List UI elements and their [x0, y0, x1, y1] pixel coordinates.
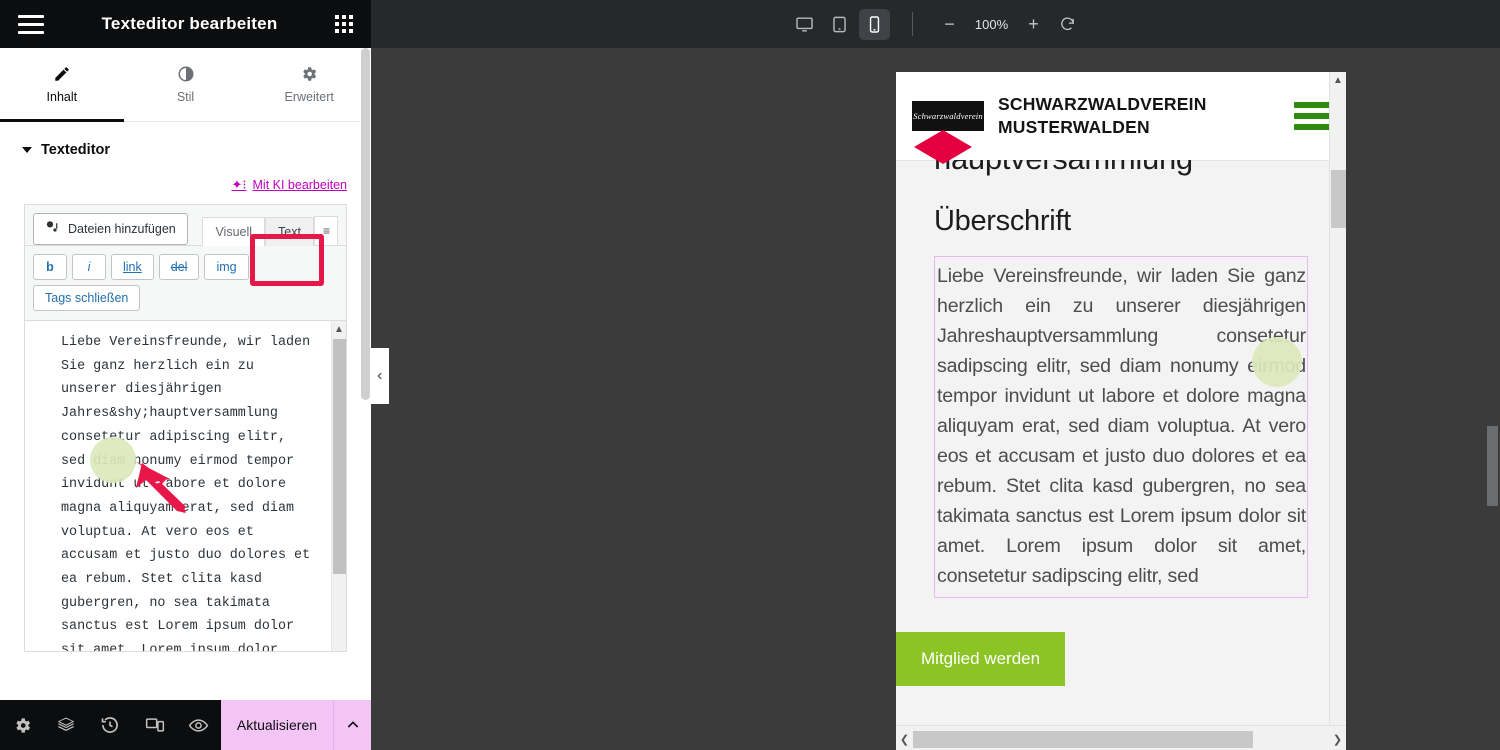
- tab-stil-label: Stil: [176, 90, 195, 104]
- panel-scrollbar-thumb[interactable]: [361, 48, 370, 400]
- cta-join-button[interactable]: Mitglied werden: [896, 632, 1066, 686]
- panel-tabs: Inhalt Stil Erweitert: [0, 48, 371, 122]
- responsive-topbar: − 100% +: [371, 0, 1500, 48]
- responsive-preview-icon[interactable]: [133, 700, 177, 750]
- quicktag-link[interactable]: link: [111, 254, 154, 280]
- site-name-line1: SCHWARZWALDVEREIN: [998, 94, 1207, 115]
- app-root: Texteditor bearbeiten Inhalt Stil Erweit…: [0, 0, 1500, 750]
- hamburger-icon[interactable]: [18, 14, 44, 34]
- tab-inhalt[interactable]: Inhalt: [0, 48, 124, 122]
- tab-visuell[interactable]: Visuell: [202, 217, 266, 246]
- ai-row: ✦⁝ Mit KI bearbeiten: [24, 170, 347, 204]
- body-paragraph: Liebe Vereinsfreunde, wir laden Sie ganz…: [937, 265, 1306, 587]
- section-texteditor-header[interactable]: Texteditor: [0, 122, 371, 170]
- sub-heading: Überschrift: [934, 205, 1071, 237]
- preview-hscroll-track[interactable]: [913, 730, 1329, 748]
- pencil-icon: [53, 65, 71, 83]
- update-group: Aktualisieren: [220, 700, 371, 750]
- textarea-scrollbar-thumb[interactable]: [333, 339, 346, 574]
- kebab-menu-icon[interactable]: ≡: [313, 216, 338, 245]
- add-media-button[interactable]: Dateien hinzufügen: [33, 213, 188, 245]
- html-source-textarea[interactable]: Liebe Vereinsfreunde, wir laden Sie ganz…: [25, 321, 346, 651]
- device-tablet-button[interactable]: [824, 9, 855, 40]
- history-icon[interactable]: [88, 700, 132, 750]
- site-name-line2: MUSTERWALDEN: [998, 117, 1150, 137]
- tab-inhalt-label: Inhalt: [46, 90, 78, 104]
- section-title: Texteditor: [41, 142, 111, 158]
- chevron-down-icon: [22, 147, 32, 153]
- tab-stil[interactable]: Stil: [124, 48, 248, 121]
- textarea-wrapper: Liebe Vereinsfreunde, wir laden Sie ganz…: [25, 321, 346, 651]
- quicktag-img[interactable]: img: [204, 254, 249, 280]
- site-logo[interactable]: Schwarzwaldverein: [912, 101, 984, 131]
- gear-icon: [300, 65, 318, 83]
- editor-mode-tabs: Visuell Text ≡: [202, 213, 338, 246]
- stage-scrollbar[interactable]: [1486, 96, 1500, 750]
- preview-vscroll-thumb[interactable]: [1331, 170, 1346, 228]
- preview-stage: Schwarzwaldverein SCHWARZWALDVEREIN MUST…: [371, 48, 1500, 750]
- device-mobile-button[interactable]: [858, 8, 890, 40]
- zoom-level-value: 100%: [974, 16, 1009, 32]
- collapse-panel-button[interactable]: [371, 348, 389, 404]
- panel-footer: Aktualisieren: [0, 700, 371, 750]
- quicktag-bold[interactable]: b: [33, 254, 67, 280]
- zoom-out-button[interactable]: −: [935, 9, 965, 39]
- tab-erweitert[interactable]: Erweitert: [247, 48, 371, 121]
- chevron-up-icon[interactable]: ▲: [332, 321, 346, 337]
- quicktag-close-tags[interactable]: Tags schließen: [33, 285, 141, 311]
- preview-hscroll-thumb[interactable]: [913, 730, 1253, 748]
- preview-horizontal-scrollbar[interactable]: ❮ ❯: [896, 725, 1346, 750]
- panel-scrollbar[interactable]: [360, 48, 371, 750]
- tab-text[interactable]: Text: [265, 217, 314, 246]
- elementor-editor-panel: Texteditor bearbeiten Inhalt Stil Erweit…: [0, 0, 371, 750]
- quicktag-del[interactable]: del: [158, 254, 200, 280]
- selected-text-widget[interactable]: Liebe Vereinsfreunde, wir laden Sie ganz…: [934, 256, 1308, 598]
- wp-editor: Dateien hinzufügen Visuell Text ≡ b i li…: [24, 204, 347, 652]
- add-media-label: Dateien hinzufügen: [68, 222, 176, 236]
- media-camera-icon: [45, 220, 60, 238]
- layers-navigator-icon[interactable]: [44, 700, 88, 750]
- device-desktop-button[interactable]: [789, 9, 820, 40]
- stage-scrollbar-thumb[interactable]: [1487, 426, 1498, 506]
- sparkle-icon: ✦⁝: [231, 177, 247, 192]
- textarea-scrollbar[interactable]: ▲: [331, 321, 346, 651]
- panel-header: Texteditor bearbeiten: [0, 0, 371, 48]
- page-title: Texteditor bearbeiten: [101, 14, 278, 33]
- grid-apps-icon[interactable]: [335, 15, 353, 33]
- chevron-right-icon[interactable]: ❯: [1329, 733, 1346, 746]
- chevron-up-icon[interactable]: ▲: [1330, 72, 1346, 89]
- chevron-up-icon[interactable]: [333, 700, 371, 750]
- page-heading-truncated: hauptversammlung: [934, 160, 1308, 179]
- contrast-icon: [177, 65, 195, 83]
- site-name: SCHWARZWALDVEREIN MUSTERWALDEN: [998, 93, 1207, 139]
- edit-with-ai-button[interactable]: ✦⁝ Mit KI bearbeiten: [231, 177, 347, 193]
- texteditor-control: ✦⁝ Mit KI bearbeiten Dateien hinzufügen …: [0, 170, 371, 652]
- hamburger-green-icon[interactable]: [1294, 102, 1332, 130]
- preview-vertical-scrollbar[interactable]: ▲: [1329, 72, 1346, 735]
- settings-gear-icon[interactable]: [0, 700, 44, 750]
- edit-with-ai-label: Mit KI bearbeiten: [252, 178, 348, 192]
- zoom-reset-button[interactable]: [1053, 9, 1083, 39]
- toolbar-divider: [911, 12, 913, 36]
- chevron-left-icon[interactable]: ❮: [896, 733, 913, 746]
- wp-media-bar: Dateien hinzufügen Visuell Text ≡: [25, 205, 346, 246]
- mobile-preview-frame: Schwarzwaldverein SCHWARZWALDVEREIN MUST…: [896, 72, 1346, 750]
- tab-erweitert-label: Erweitert: [284, 90, 334, 104]
- quicktag-toolbar: b i link del img Tags schließen: [25, 246, 346, 321]
- preview-eye-icon[interactable]: [177, 700, 221, 750]
- zoom-in-button[interactable]: +: [1019, 9, 1049, 39]
- quicktag-italic[interactable]: i: [72, 254, 106, 280]
- update-button[interactable]: Aktualisieren: [220, 700, 334, 750]
